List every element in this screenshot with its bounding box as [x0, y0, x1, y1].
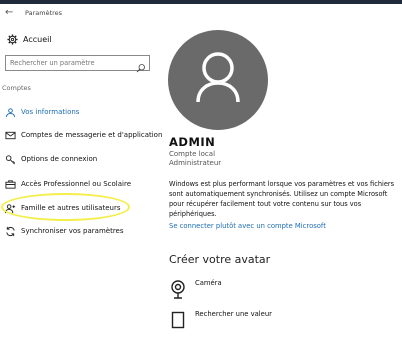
main-content: ADMIN Compte local Administrateur Window…: [162, 26, 402, 340]
sidebar: Accueil Comptes Vos informations Comptes…: [0, 26, 162, 340]
sidebar-item-label: Synchroniser vos paramètres: [21, 227, 124, 235]
sidebar-item-label: Accès Professionnel ou Scolaire: [21, 180, 132, 188]
section-label: Comptes: [2, 84, 31, 92]
sidebar-item-vos-informations[interactable]: Vos informations: [4, 105, 79, 119]
account-type: Compte local: [169, 150, 216, 158]
sync-icon: [4, 225, 16, 237]
home-label: Accueil: [23, 34, 52, 44]
avatar-section-heading: Créer votre avatar: [169, 253, 271, 266]
search-box[interactable]: [5, 55, 150, 73]
account-role: Administrateur: [169, 159, 222, 167]
search-icon[interactable]: [136, 58, 146, 73]
browse-option-label: Rechercher une valeur: [195, 310, 272, 318]
avatar: [168, 30, 268, 130]
user-info-icon: [4, 106, 16, 118]
sidebar-item-comptes-messagerie[interactable]: Comptes de messagerie et d'application: [4, 128, 162, 142]
camera-icon: [170, 278, 186, 300]
home-nav-item[interactable]: Accueil: [6, 32, 52, 46]
user-name: ADMIN: [169, 135, 216, 149]
sidebar-item-label: Vos informations: [21, 108, 80, 116]
microsoft-account-link[interactable]: Se connecter plutôt avec un compte Micro…: [169, 222, 326, 230]
sidebar-item-acces-professionnel[interactable]: Accès Professionnel ou Scolaire: [4, 177, 131, 191]
user-silhouette-icon: [196, 52, 240, 103]
app-title: Paramètres: [25, 9, 63, 17]
briefcase-icon: [4, 178, 16, 190]
sidebar-item-label: Comptes de messagerie et d'application: [21, 131, 163, 139]
sidebar-item-label: Options de connexion: [21, 155, 98, 163]
key-icon: [4, 153, 16, 165]
browse-icon: [170, 309, 186, 331]
camera-option[interactable]: Caméra: [170, 278, 222, 300]
camera-option-label: Caméra: [195, 279, 222, 287]
mail-icon: [4, 129, 16, 141]
gear-icon: [6, 33, 18, 45]
browse-option[interactable]: Rechercher une valeur: [170, 309, 272, 331]
back-arrow-icon[interactable]: ←: [5, 7, 13, 18]
sidebar-item-synchroniser[interactable]: Synchroniser vos paramètres: [4, 224, 124, 238]
title-bar: ← Paramètres: [0, 4, 402, 26]
search-input[interactable]: [6, 56, 134, 70]
sync-info-text: Windows est plus performant lorsque vos …: [169, 180, 395, 218]
highlight-ellipse: [1, 193, 130, 221]
sidebar-item-options-connexion[interactable]: Options de connexion: [4, 152, 97, 166]
